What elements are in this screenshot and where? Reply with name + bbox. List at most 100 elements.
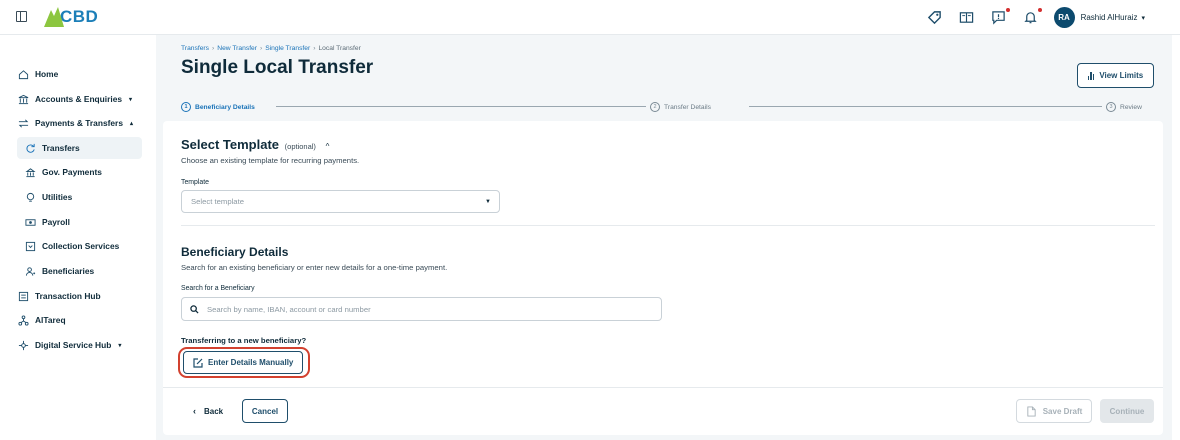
enter-details-manually-button[interactable]: Enter Details Manually [183,351,304,374]
home-icon [17,68,29,80]
section-title-text: Select Template [181,137,280,152]
government-icon [24,166,36,178]
sidebar-item-label: AlTareq [35,315,66,325]
button-label: Enter Details Manually [208,358,294,367]
breadcrumb-separator: › [260,45,263,52]
sidebar-item-label: Digital Service Hub [35,340,112,350]
hub-icon [17,339,29,351]
collapse-chevron-icon[interactable]: ^ [326,142,330,151]
search-icon [190,304,199,314]
sidebar-item-transfers[interactable]: Transfers [17,137,142,159]
section-divider [181,225,1155,226]
user-name[interactable]: Rashid AlHuraiz [1081,13,1138,22]
sidebar-item-payments[interactable]: Payments & Transfers ▴ [17,112,133,134]
bank-icon [17,93,29,105]
beneficiary-search-input[interactable]: Search by name, IBAN, account or card nu… [181,297,662,321]
sidebar: Home Accounts & Enquiries ▾ Payments & T… [0,35,150,440]
step-number: 1 [181,102,191,112]
sidebar-item-digital-service-hub[interactable]: Digital Service Hub ▾ [17,334,121,356]
bar-chart-icon [1087,71,1096,80]
template-field-label: Template [181,179,209,186]
chevron-down-icon: ▾ [118,342,122,349]
tag-icon[interactable] [926,9,944,27]
sidebar-item-accounts[interactable]: Accounts & Enquiries ▾ [17,88,132,110]
message-icon[interactable] [990,7,1010,27]
sidebar-item-label: Transaction Hub [35,291,101,301]
view-limits-button[interactable]: View Limits [1077,63,1154,88]
view-limits-label: View Limits [1099,71,1144,80]
main-content: Transfers › New Transfer › Single Transfer › L… [156,35,1172,440]
step-number: 3 [1106,102,1116,112]
progress-stepper: 1 Beneficiary Details 2 Transfer Details… [177,100,1151,114]
save-draft-button[interactable]: Save Draft [1016,399,1092,423]
search-placeholder: Search by name, IBAN, account or card nu… [207,304,371,314]
sidebar-item-utilities[interactable]: Utilities [24,186,72,208]
sidebar-item-beneficiaries[interactable]: Beneficiaries [24,260,94,282]
list-icon [17,290,29,302]
beneficiary-section-title: Beneficiary Details [181,245,289,259]
transfer-icon [17,117,29,129]
new-beneficiary-prompt: Transferring to a new beneficiary? [181,336,307,345]
brand-logo[interactable]: CBD [44,6,98,28]
sidebar-item-transaction-hub[interactable]: Transaction Hub [17,285,101,307]
notification-dot [1005,7,1010,12]
sidebar-item-label: Payments & Transfers [35,118,123,128]
user-menu-chevron-icon[interactable]: ▾ [1141,14,1145,22]
step-beneficiary-details: 1 Beneficiary Details [177,100,259,114]
continue-button[interactable]: Continue [1100,399,1154,423]
template-select-value: Select template [191,197,244,206]
notification-dot [1037,7,1042,12]
sidebar-toggle-icon[interactable] [16,11,27,22]
cash-icon [24,216,36,228]
sidebar-item-label: Gov. Payments [42,167,102,177]
sidebar-item-label: Payroll [42,217,70,227]
step-connector [749,106,1132,107]
step-label: Transfer Details [664,103,711,111]
footer-divider [163,387,1163,388]
breadcrumb-current: Local Transfer [318,45,361,52]
sidebar-item-label: Utilities [42,192,73,202]
edit-icon [193,357,203,368]
sidebar-item-altareq[interactable]: AlTareq [17,309,66,331]
step-review: 3 Review [1102,100,1146,114]
avatar[interactable]: RA [1053,7,1075,28]
chevron-down-icon: ▾ [129,96,133,103]
step-label: Review [1120,103,1142,111]
book-icon[interactable] [958,9,976,27]
sidebar-item-home[interactable]: Home [17,63,58,85]
network-icon [17,314,29,326]
step-transfer-details: 2 Transfer Details [646,100,715,114]
bulb-icon [24,191,36,203]
template-section-description: Choose an existing template for recurrin… [181,156,360,165]
breadcrumb-link-new-transfer[interactable]: New Transfer [217,45,257,52]
sidebar-item-label: Transfers [42,143,80,153]
sidebar-item-label: Accounts & Enquiries [35,94,123,104]
dropdown-arrow-icon: ▼ [485,199,491,205]
breadcrumb-link-transfers[interactable]: Transfers [181,45,209,52]
draft-icon [1027,405,1036,417]
optional-label: (optional) [284,142,316,151]
sidebar-item-gov-payments[interactable]: Gov. Payments [24,161,102,183]
template-select[interactable]: Select template ▼ [181,190,500,213]
breadcrumb-link-single-transfer[interactable]: Single Transfer [265,45,310,52]
back-button[interactable]: ‹ Back [193,406,223,416]
sidebar-item-collection-services[interactable]: Collection Services [24,235,119,257]
sidebar-item-label: Collection Services [42,241,120,251]
cancel-button[interactable]: Cancel [242,399,288,423]
step-connector [276,106,671,107]
breadcrumb: Transfers › New Transfer › Single Transfer › L… [181,45,361,52]
users-icon [24,265,36,277]
beneficiary-section-description: Search for an existing beneficiary or en… [181,263,448,272]
top-bar: CBD RA Rashid AlHuraiz ▾ [0,0,1180,35]
cycle-icon [24,142,36,154]
transfer-form-card: Select Template (optional) ^ Choose an e… [163,121,1163,435]
sidebar-item-label: Beneficiaries [42,266,95,276]
sidebar-item-label: Home [35,69,59,79]
back-label: Back [204,406,224,416]
bell-icon[interactable] [1022,7,1042,27]
sidebar-item-payroll[interactable]: Payroll [24,211,70,233]
template-section-title: Select Template (optional) ^ [181,137,329,152]
top-actions: RA Rashid AlHuraiz ▾ [926,0,1180,35]
logo-text: CBD [60,7,99,26]
inbox-icon [24,240,36,252]
